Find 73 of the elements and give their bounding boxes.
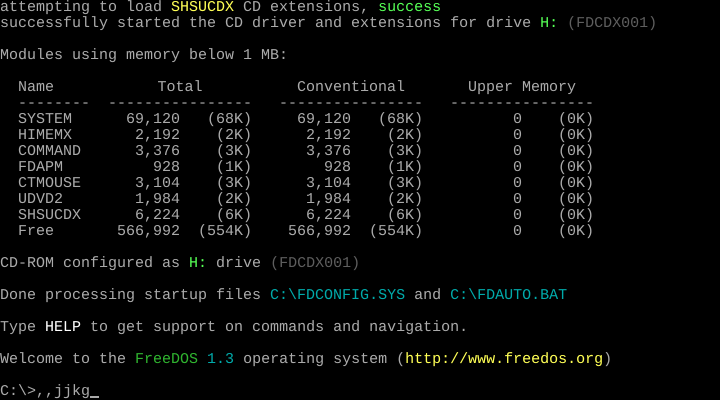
byte-count: 566,992 [116, 224, 180, 240]
kilobyte-count: (3K) [387, 176, 424, 192]
status-message: CD-ROM configured as H: drive (FDCDX001) [0, 256, 360, 272]
column-header: Upper Memory [468, 80, 576, 96]
kilobyte-count: (0K) [558, 160, 594, 176]
byte-count: 0 [513, 144, 522, 160]
module-name: UDVD2 [18, 192, 64, 208]
column-header: Conventional [297, 80, 406, 96]
module-name: SYSTEM [18, 112, 72, 128]
kilobyte-count: (0K) [558, 192, 594, 208]
byte-count: 928 [324, 160, 352, 176]
module-name: CTMOUSE [18, 176, 82, 192]
command-prompt[interactable]: C:\>,,jjkg [0, 384, 90, 400]
byte-count: 0 [513, 160, 522, 176]
byte-count: 0 [513, 176, 522, 192]
status-message: Type HELP to get support on commands and navigation. [0, 320, 468, 336]
kilobyte-count: (554K) [369, 224, 424, 240]
kilobyte-count: (3K) [387, 144, 424, 160]
byte-count: 1,984 [306, 192, 352, 208]
kilobyte-count: (2K) [216, 128, 252, 144]
byte-count: 0 [513, 208, 522, 224]
kilobyte-count: (6K) [216, 208, 252, 224]
kilobyte-count: (0K) [558, 144, 594, 160]
byte-count: 3,104 [134, 176, 180, 192]
byte-count: 3,376 [306, 144, 352, 160]
kilobyte-count: (68K) [206, 112, 252, 128]
byte-count: 69,120 [126, 112, 180, 128]
module-name: Free [18, 224, 54, 240]
text-cursor [90, 396, 100, 398]
memory-heading: Modules using memory below 1 MB: [0, 48, 288, 64]
kilobyte-count: (2K) [216, 192, 252, 208]
module-name: COMMAND [18, 144, 82, 160]
kilobyte-count: (2K) [387, 128, 424, 144]
module-name: FDAPM [18, 160, 64, 176]
kilobyte-count: (0K) [558, 128, 594, 144]
column-header: Total [158, 80, 203, 96]
kilobyte-count: (3K) [216, 144, 252, 160]
column-rule: -------- [18, 96, 90, 112]
kilobyte-count: (0K) [558, 224, 594, 240]
boot-message: attempting to load SHSUCDX CD extensions, success [0, 0, 442, 16]
byte-count: 3,376 [134, 144, 180, 160]
byte-count: 0 [513, 224, 522, 240]
module-name: SHSUCDX [18, 208, 82, 224]
byte-count: 2,192 [134, 128, 180, 144]
column-rule: ---------------- [108, 96, 252, 112]
byte-count: 566,992 [288, 224, 352, 240]
status-message: Welcome to the FreeDOS 1.3 operating system (http://www.freedos.org) [0, 352, 612, 368]
byte-count: 3,104 [306, 176, 352, 192]
module-name: HIMEMX [18, 128, 72, 144]
byte-count: 69,120 [297, 112, 352, 128]
column-rule: ---------------- [450, 96, 594, 112]
kilobyte-count: (0K) [558, 208, 594, 224]
byte-count: 2,192 [306, 128, 352, 144]
byte-count: 1,984 [134, 192, 180, 208]
kilobyte-count: (68K) [378, 112, 424, 128]
byte-count: 0 [513, 112, 522, 128]
kilobyte-count: (3K) [216, 176, 252, 192]
byte-count: 928 [152, 160, 180, 176]
status-message: Done processing startup files C:\FDCONFIG.SYS and C:\FDAUTO.BAT [0, 288, 568, 304]
byte-count: 6,224 [134, 208, 180, 224]
kilobyte-count: (0K) [558, 112, 594, 128]
kilobyte-count: (554K) [198, 224, 252, 240]
kilobyte-count: (6K) [387, 208, 424, 224]
kilobyte-count: (1K) [387, 160, 424, 176]
column-rule: ---------------- [279, 96, 424, 112]
column-header: Name [18, 80, 54, 96]
kilobyte-count: (0K) [558, 176, 594, 192]
boot-message: successfully started the CD driver and extensions for drive H: (FDCDX001) [0, 16, 658, 32]
byte-count: 0 [513, 192, 522, 208]
byte-count: 0 [513, 128, 522, 144]
kilobyte-count: (2K) [387, 192, 424, 208]
kilobyte-count: (1K) [216, 160, 252, 176]
byte-count: 6,224 [306, 208, 352, 224]
